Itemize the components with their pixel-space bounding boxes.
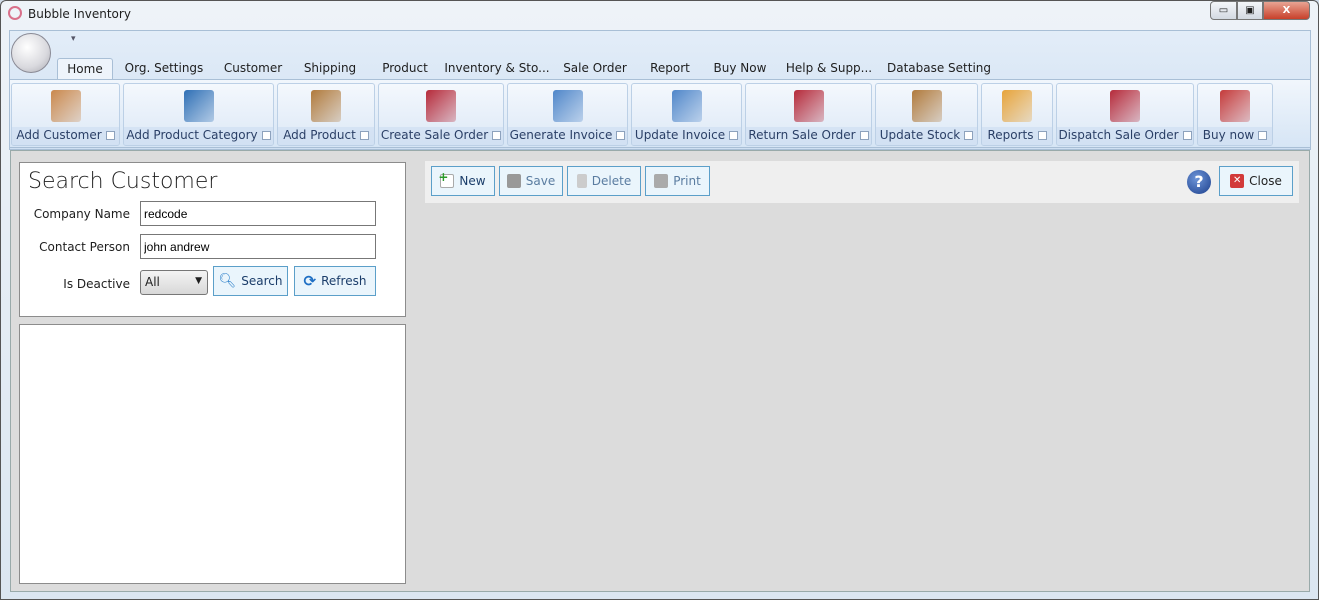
delete-button[interactable]: Delete	[567, 166, 641, 196]
cart-icon	[1220, 90, 1250, 122]
close-button[interactable]: ✕ Close	[1219, 166, 1293, 196]
refresh-button[interactable]: ⟳ Refresh	[294, 266, 376, 296]
stock-edit-icon	[911, 90, 942, 122]
ribbon-button-update-stock[interactable]: Update Stock	[875, 83, 978, 146]
bar-chart-icon	[1002, 90, 1032, 122]
save-button[interactable]: Save	[499, 166, 563, 196]
ribbon-button-add-product[interactable]: Add Product	[277, 83, 375, 146]
delete-button-label: Delete	[591, 174, 632, 188]
ribbon-button-return-sale-order[interactable]: Return Sale Order	[745, 83, 872, 146]
tab-sale-order[interactable]: Sale Order	[558, 58, 632, 80]
ribbon-button-create-sale-order[interactable]: Create Sale Order	[378, 83, 504, 146]
invoice-add-icon	[552, 90, 583, 122]
sale-order-icon	[426, 90, 456, 122]
dialog-launcher-icon[interactable]	[859, 131, 869, 140]
dialog-launcher-icon[interactable]	[1037, 131, 1047, 140]
ribbon-button-label: Add Product	[278, 127, 374, 145]
dialog-launcher-icon[interactable]	[492, 131, 502, 140]
dialog-launcher-icon[interactable]	[616, 131, 626, 140]
is-deactive-select[interactable]: All ▼	[140, 270, 208, 295]
dialog-launcher-icon[interactable]	[105, 131, 115, 140]
close-window-button[interactable]: X	[1263, 1, 1310, 20]
dialog-launcher-icon[interactable]	[1182, 131, 1192, 140]
tab-customer[interactable]: Customer	[220, 58, 286, 80]
ribbon-button-label: Add Product Category	[124, 127, 273, 145]
dialog-launcher-icon[interactable]	[261, 131, 271, 140]
company-name-label: Company Name	[33, 207, 130, 221]
panel-title: Search Customer	[28, 169, 218, 194]
sale-order-return-icon	[793, 90, 824, 122]
ribbon-button-label: Update Stock	[876, 127, 977, 145]
contact-person-label: Contact Person	[39, 240, 130, 254]
search-button-label: Search	[241, 274, 283, 288]
refresh-icon: ⟳	[303, 272, 317, 290]
tab-home[interactable]: Home	[57, 58, 113, 80]
application-menu-button[interactable]	[11, 33, 51, 73]
tab-database-setting[interactable]: Database Setting	[885, 58, 993, 80]
print-button-label: Print	[673, 174, 701, 188]
contact-person-input[interactable]	[140, 234, 376, 259]
minimize-button[interactable]: ▭	[1210, 1, 1237, 20]
new-document-icon: +	[438, 170, 455, 188]
sale-order-dispatch-icon	[1110, 90, 1140, 122]
search-icon: 🔍︎	[218, 273, 237, 289]
ribbon-button-reports[interactable]: Reports	[981, 83, 1053, 146]
window-title: Bubble Inventory	[28, 7, 131, 21]
ribbon-button-label: Buy now	[1198, 127, 1272, 145]
dialog-launcher-icon[interactable]	[1258, 131, 1268, 140]
tab-product[interactable]: Product	[376, 58, 434, 80]
tab-buy-now[interactable]: Buy Now	[708, 58, 772, 80]
close-icon: ✕	[1230, 174, 1245, 188]
refresh-button-label: Refresh	[321, 274, 367, 288]
dialog-launcher-icon[interactable]	[359, 131, 369, 140]
help-icon[interactable]: ?	[1187, 170, 1211, 194]
ribbon-button-label: Dispatch Sale Order	[1057, 127, 1193, 145]
invoice-edit-icon	[671, 90, 702, 122]
close-button-label: Close	[1249, 174, 1282, 188]
ribbon-button-label: Return Sale Order	[746, 127, 871, 145]
tab-inventory-sto[interactable]: Inventory & Sto...	[443, 58, 551, 80]
maximize-button[interactable]: ▣	[1237, 1, 1263, 20]
is-deactive-value: All	[145, 275, 160, 289]
user-add-icon	[50, 90, 81, 122]
dialog-launcher-icon[interactable]	[964, 131, 974, 140]
tab-help-supp[interactable]: Help & Supp...	[781, 58, 877, 80]
chevron-down-icon: ▼	[195, 276, 202, 286]
search-button[interactable]: 🔍︎ Search	[213, 266, 288, 296]
ribbon-button-label: Reports	[982, 127, 1052, 145]
ribbon-button-dispatch-sale-order[interactable]: Dispatch Sale Order	[1056, 83, 1194, 146]
ribbon-button-add-product-category[interactable]: Add Product Category	[123, 83, 274, 146]
ribbon-button-update-invoice[interactable]: Update Invoice	[631, 83, 742, 146]
category-add-icon	[183, 90, 214, 122]
tab-shipping[interactable]: Shipping	[298, 58, 362, 80]
ribbon-button-generate-invoice[interactable]: Generate Invoice	[507, 83, 628, 146]
print-button[interactable]: Print	[645, 166, 710, 196]
ribbon-button-label: Add Customer	[12, 127, 119, 145]
tab-report[interactable]: Report	[644, 58, 696, 80]
save-button-label: Save	[525, 174, 556, 188]
printer-icon	[654, 174, 669, 188]
company-name-input[interactable]	[140, 201, 376, 226]
new-button-label: New	[459, 174, 486, 188]
tab-org-settings[interactable]: Org. Settings	[122, 58, 206, 80]
ribbon-button-label: Generate Invoice	[508, 127, 627, 145]
trash-icon	[576, 174, 587, 188]
dialog-launcher-icon[interactable]	[729, 131, 739, 140]
app-logo-icon	[8, 6, 22, 20]
customer-results-list[interactable]	[19, 324, 406, 584]
is-deactive-label: Is Deactive	[63, 277, 130, 291]
box-add-icon	[311, 90, 341, 122]
ribbon-button-label: Create Sale Order	[379, 127, 503, 145]
ribbon-button-add-customer[interactable]: Add Customer	[11, 83, 120, 146]
ribbon-button-buy-now[interactable]: Buy now	[1197, 83, 1273, 146]
quick-access-dropdown[interactable]: ▾	[71, 34, 76, 44]
search-customer-panel: Search Customer Company Name Contact Per…	[19, 162, 406, 317]
new-button[interactable]: + New	[431, 166, 495, 196]
ribbon-button-label: Update Invoice	[632, 127, 741, 145]
save-icon	[506, 174, 521, 188]
